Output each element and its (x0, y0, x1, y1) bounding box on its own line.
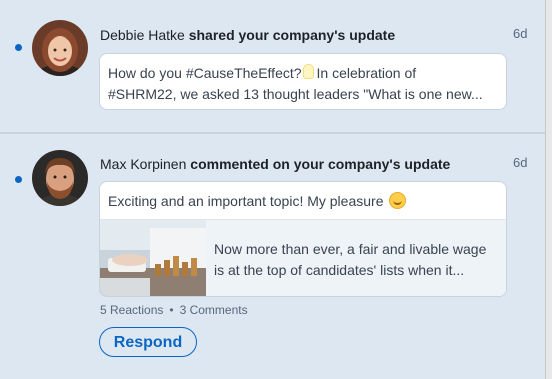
shared-update-card[interactable]: How do you #CauseTheEffect? In celebratio… (99, 53, 507, 110)
notification-action: shared your company's update (188, 27, 396, 43)
engagement-stats: 5 Reactions • 3 Comments (100, 303, 248, 317)
reactions-count[interactable]: 5 Reactions (100, 303, 163, 317)
post-preview-text: Now more than ever, a fair and livable w… (214, 241, 487, 278)
timestamp: 6d (513, 155, 528, 170)
actor-name[interactable]: Debbie Hatke (100, 27, 185, 43)
comment-card[interactable]: Exciting and an important topic! My plea… (99, 181, 507, 297)
smiling-face-emoji-icon (389, 192, 407, 209)
scrollbar-track[interactable] (545, 0, 552, 379)
notification-item-debbie[interactable]: Debbie Hatke shared your company's updat… (0, 0, 545, 132)
avatar-debbie-hatke[interactable] (32, 20, 88, 76)
snippet-line-1: How do you #CauseTheEffect? In celebratio… (108, 64, 417, 81)
comment-text: Exciting and an important topic! My plea… (108, 192, 407, 209)
light-bulb-emoji-icon (302, 64, 314, 79)
notification-headline[interactable]: Max Korpinen commented on your company's… (100, 156, 450, 172)
comments-count[interactable]: 3 Comments (180, 303, 248, 317)
notification-headline[interactable]: Debbie Hatke shared your company's updat… (100, 27, 395, 43)
separator-dot: • (169, 303, 174, 317)
post-thumbnail[interactable] (100, 220, 206, 296)
avatar-max-korpinen[interactable] (32, 150, 88, 206)
snippet-line-2: #SHRM22, we asked 13 thought leaders "Wh… (108, 86, 483, 102)
respond-button[interactable]: Respond (99, 327, 197, 357)
timestamp: 6d (513, 26, 528, 41)
update-snippet: How do you #CauseTheEffect? In celebratio… (108, 63, 498, 105)
unread-indicator (15, 176, 22, 183)
unread-indicator (15, 44, 22, 51)
notification-action: commented on your company's update (190, 156, 451, 172)
actor-name[interactable]: Max Korpinen (100, 156, 186, 172)
shared-post-preview[interactable]: Now more than ever, a fair and livable w… (100, 219, 506, 296)
